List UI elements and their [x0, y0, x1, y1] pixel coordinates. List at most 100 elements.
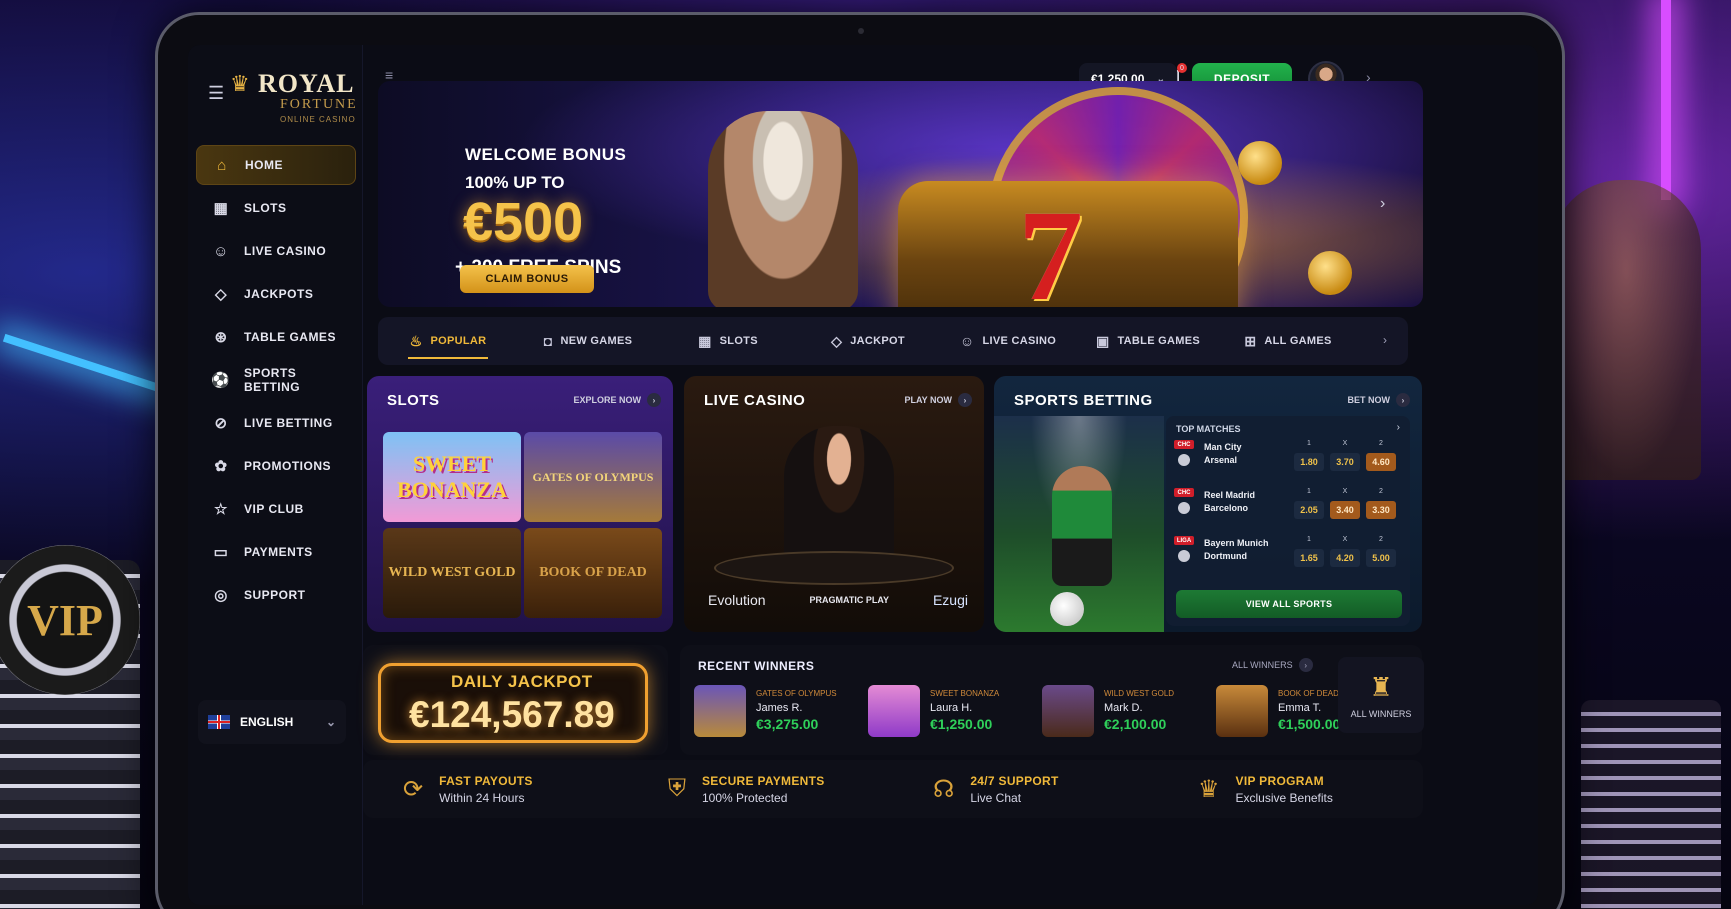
home-team: Man City [1204, 442, 1242, 452]
game-thumb-gates-of-olympus[interactable]: GATES OF OLYMPUS [524, 432, 662, 522]
all-winners-link-label: ALL WINNERS [1232, 660, 1293, 670]
tab-jackpot[interactable]: ◇ JACKPOT [798, 317, 938, 365]
play-now-link[interactable]: PLAY NOW › [904, 393, 972, 407]
view-all-sports-button[interactable]: VIEW ALL SPORTS [1176, 590, 1402, 618]
feature-secure-payments: ⛨ SECURE PAYMENTS 100% Protected [628, 760, 893, 818]
live-icon: ⊘ [214, 415, 228, 432]
odds-draw[interactable]: 3.40 [1330, 501, 1360, 519]
sidebar-item-home[interactable]: ⌂ HOME [196, 145, 356, 185]
winner-amount: €1,250.00 [930, 716, 993, 732]
sidebar-nav: ⌂ HOME ▦ SLOTS ☺ LIVE CASINO ◇ JACKPOTS ⊛ TAB… [196, 145, 356, 618]
tab-table-games[interactable]: ▣ TABLE GAMES [1078, 317, 1218, 365]
odds-label: 2 [1379, 440, 1383, 447]
winner-item[interactable]: SWEET BONANZA Laura H. €1,250.00 [868, 685, 1018, 741]
live-casino-card[interactable]: LIVE CASINO PLAY NOW › Evolution PRAGMATI… [684, 376, 984, 632]
chip-stack-right [1581, 700, 1721, 909]
sidebar-item-table-games[interactable]: ⊛ TABLE GAMES [196, 317, 356, 357]
odds-away[interactable]: 5.00 [1366, 549, 1396, 567]
game-thumb-wild-west-gold[interactable]: WILD WEST GOLD [383, 528, 521, 618]
tab-all-games[interactable]: ⊞ ALL GAMES [1218, 317, 1358, 365]
claim-bonus-button[interactable]: CLAIM BONUS [460, 265, 594, 293]
match-row[interactable]: CHC Man City Arsenal 1 X 2 1.80 3.70 4.6… [1174, 438, 1404, 482]
camera-dot [858, 28, 864, 34]
odds-away[interactable]: 4.60 [1366, 453, 1396, 471]
card-link-label: EXPLORE NOW [573, 395, 641, 405]
all-winners-button-label: ALL WINNERS [1350, 708, 1412, 719]
home-team: Reel Madrid [1204, 490, 1256, 500]
odds-draw[interactable]: 3.70 [1330, 453, 1360, 471]
winner-game: BOOK OF DEAD [1278, 689, 1339, 698]
tab-slots[interactable]: ▦ SLOTS [658, 317, 798, 365]
diamond-icon: ◇ [214, 286, 228, 303]
sidebar-item-promotions[interactable]: ✿ PROMOTIONS [196, 446, 356, 486]
odds-home[interactable]: 1.65 [1294, 549, 1324, 567]
feature-vip-program: ♛ VIP PROGRAM Exclusive Benefits [1158, 760, 1423, 818]
tab-label: JACKPOT [850, 335, 905, 347]
menu-icon[interactable]: ☰ [208, 83, 224, 104]
sidebar-item-sports-betting[interactable]: ⚽ SPORTS BETTING [196, 360, 356, 400]
sidebar-item-payments[interactable]: ▭ PAYMENTS [196, 532, 356, 572]
dealer-icon: ☺ [959, 333, 975, 349]
new-icon: ◘ [543, 333, 553, 349]
winner-item[interactable]: GATES OF OLYMPUS James R. €3,275.00 [694, 685, 844, 741]
match-row[interactable]: LIGA Bayern Munich Dortmund 1 X 2 1.65 4… [1174, 534, 1404, 578]
game-thumb-book-of-dead[interactable]: BOOK OF DEAD [524, 528, 662, 618]
sidebar-item-label: LIVE BETTING [244, 416, 333, 430]
bet-now-link[interactable]: BET NOW › [1347, 393, 1410, 407]
game-title: BOOK OF DEAD [539, 565, 647, 580]
sidebar-item-support[interactable]: ◎ SUPPORT [196, 575, 356, 615]
chevron-right-icon: › [1396, 393, 1410, 407]
winner-amount: €3,275.00 [756, 716, 819, 732]
diamond-icon: ◇ [831, 332, 843, 349]
wallet-icon: ▭ [213, 544, 229, 561]
card-title: SPORTS BETTING [1014, 392, 1153, 409]
zeus-art [708, 111, 858, 307]
language-selector[interactable]: ENGLISH ⌄ [198, 700, 346, 744]
provider-ezugi: Ezugi [932, 592, 968, 608]
odds-draw[interactable]: 4.20 [1330, 549, 1360, 567]
screen: ☰ ♛ ROYAL FORTUNE ONLINE CASINO ⌂ HOME ▦ S… [188, 45, 1538, 905]
sidebar-item-live-betting[interactable]: ⊘ LIVE BETTING [196, 403, 356, 443]
odds-label: 1 [1307, 440, 1311, 447]
sidebar-item-vip-club[interactable]: ☆ VIP CLUB [196, 489, 356, 529]
slots-card: SLOTS EXPLORE NOW › SWEET BONANZA GATES O… [367, 376, 673, 632]
match-row[interactable]: CHC Reel Madrid Barcelono 1 X 2 2.05 3.4… [1174, 486, 1404, 530]
tab-live-casino[interactable]: ☺ LIVE CASINO [938, 317, 1078, 365]
jackpot-value: €124,567.89 [409, 694, 615, 735]
support-icon: ◎ [214, 587, 228, 604]
sidebar-item-live-casino[interactable]: ☺ LIVE CASINO [196, 231, 356, 271]
sidebar-item-jackpots[interactable]: ◇ JACKPOTS [196, 274, 356, 314]
tab-label: TABLE GAMES [1117, 335, 1201, 347]
vip-chip-text: VIP [27, 595, 103, 645]
carousel-next-icon[interactable]: › [1380, 195, 1385, 213]
feature-title: VIP PROGRAM [1235, 773, 1324, 788]
winner-name: Laura H. [930, 702, 973, 714]
chevron-right-icon[interactable]: › [1397, 422, 1400, 433]
tab-popular[interactable]: ♨ POPULAR [378, 317, 518, 365]
feature-title: FAST PAYOUTS [439, 773, 533, 788]
feature-fast-payouts: ⟳ FAST PAYOUTS Within 24 Hours [363, 760, 628, 818]
winner-item[interactable]: WILD WEST GOLD Mark D. €2,100.00 [1042, 685, 1192, 741]
card-link-label: BET NOW [1347, 395, 1391, 405]
all-winners-link[interactable]: ALL WINNERS › [1232, 658, 1313, 672]
uk-flag-icon [208, 715, 230, 729]
winner-amount: €1,500.00 [1278, 716, 1341, 732]
odds-away[interactable]: 3.30 [1366, 501, 1396, 519]
odds-label: X [1342, 488, 1348, 495]
league-badge: CHC [1174, 488, 1194, 497]
odds-home[interactable]: 2.05 [1294, 501, 1324, 519]
explore-now-link[interactable]: EXPLORE NOW › [573, 393, 661, 407]
chevron-right-icon[interactable]: › [1383, 333, 1387, 347]
odds-home[interactable]: 1.80 [1294, 453, 1324, 471]
chevron-right-icon: › [647, 393, 661, 407]
coin-art [1238, 141, 1282, 185]
odds-label: 1 [1307, 488, 1311, 495]
sidebar-item-slots[interactable]: ▦ SLOTS [196, 188, 356, 228]
all-winners-button[interactable]: ♜ ALL WINNERS [1338, 657, 1424, 733]
game-thumb-sweet-bonanza[interactable]: SWEET BONANZA [383, 432, 521, 522]
coin-art [1308, 251, 1352, 295]
tab-new-games[interactable]: ◘ NEW GAMES [518, 317, 658, 365]
tab-label: SLOTS [719, 335, 758, 347]
recent-winners-panel: RECENT WINNERS ALL WINNERS › GATES OF OLY… [680, 645, 1422, 755]
chevron-down-icon: ⌄ [325, 715, 336, 729]
